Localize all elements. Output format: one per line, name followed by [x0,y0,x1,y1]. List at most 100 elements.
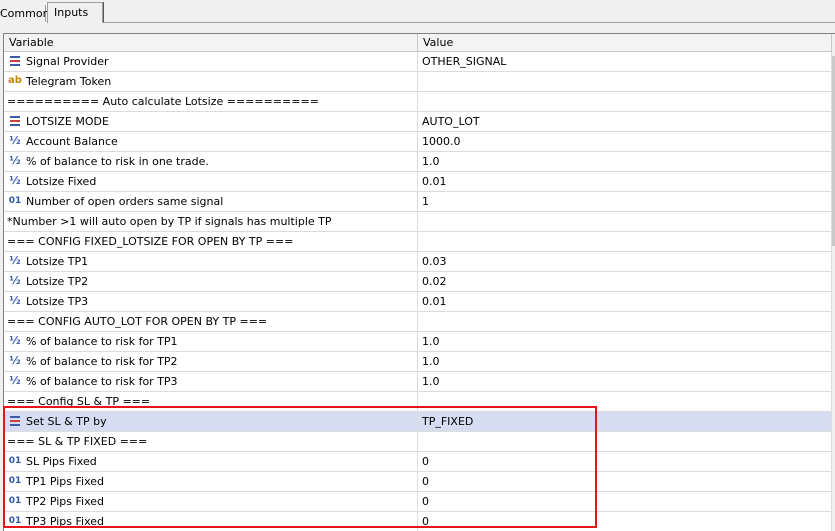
variable-cell[interactable]: ½ % of balance to risk in one trade. [4,152,418,171]
table-row[interactable]: ab Telegram Token [4,72,832,92]
variable-label: % of balance to risk for TP1 [26,335,178,348]
table-row[interactable]: === SL & TP FIXED === [4,432,832,452]
variable-cell[interactable]: *Number >1 will auto open by TP if signa… [4,212,418,231]
value-cell[interactable]: 0.01 [418,172,832,191]
double-icon: ½ [9,294,21,307]
integer-icon: 01 [8,496,22,506]
table-row[interactable]: 01 SL Pips Fixed 0 [4,452,832,472]
table-row[interactable]: 01 TP1 Pips Fixed 0 [4,472,832,492]
value-cell[interactable]: 0 [418,472,832,491]
table-row[interactable]: Set SL & TP by TP_FIXED [4,412,832,432]
variable-label: % of balance to risk in one trade. [26,155,209,168]
variable-cell[interactable]: ½ % of balance to risk for TP2 [4,352,418,371]
variable-cell[interactable]: LOTSIZE MODE [4,112,418,131]
variable-label: TP1 Pips Fixed [26,475,105,488]
table-row[interactable]: LOTSIZE MODE AUTO_LOT [4,112,832,132]
variable-cell[interactable]: Set SL & TP by [4,412,418,431]
value-cell[interactable]: 1.0 [418,332,832,351]
table-row[interactable]: ½ % of balance to risk for TP3 1.0 [4,372,832,392]
table-row[interactable]: === CONFIG AUTO_LOT FOR OPEN BY TP === [4,312,832,332]
value-cell[interactable]: OTHER_SIGNAL [418,52,832,71]
value-cell[interactable]: 0.03 [418,252,832,271]
variable-label: Lotsize Fixed [26,175,97,188]
variable-cell[interactable]: ½ % of balance to risk for TP1 [4,332,418,351]
variable-cell[interactable]: ½ % of balance to risk for TP3 [4,372,418,391]
value-cell[interactable]: 1.0 [418,352,832,371]
list-enum-icon [8,54,22,68]
value-cell[interactable]: TP_FIXED [418,412,832,431]
table-row[interactable]: 01 TP3 Pips Fixed 0 [4,512,832,531]
variable-cell[interactable]: ½ Lotsize TP3 [4,292,418,311]
value-cell[interactable]: 0 [418,492,832,511]
value-cell[interactable] [418,72,832,91]
variable-cell[interactable]: ½ Lotsize Fixed [4,172,418,191]
table-row[interactable]: Signal Provider OTHER_SIGNAL [4,52,832,72]
double-icon: ½ [9,274,21,287]
double-icon: ½ [9,134,21,147]
grid-rows: Signal Provider OTHER_SIGNAL ab Telegram To… [4,52,832,531]
column-header-value[interactable]: Value [418,34,832,51]
table-row[interactable]: ½ Lotsize TP2 0.02 [4,272,832,292]
variable-label: Account Balance [26,135,118,148]
variable-label: === CONFIG FIXED_LOTSIZE FOR OPEN BY TP … [7,235,294,248]
variable-cell[interactable]: ab Telegram Token [4,72,418,91]
list-enum-icon [8,414,22,428]
variable-label: === Config SL & TP === [7,395,151,408]
table-row[interactable]: ½ Lotsize TP3 0.01 [4,292,832,312]
variable-label: Lotsize TP3 [26,295,89,308]
integer-icon: 01 [8,476,22,486]
variable-label: === CONFIG AUTO_LOT FOR OPEN BY TP === [7,315,268,328]
table-row[interactable]: ½ % of balance to risk for TP1 1.0 [4,332,832,352]
variable-cell[interactable]: Signal Provider [4,52,418,71]
value-cell[interactable]: 1.0 [418,372,832,391]
value-cell[interactable]: 0 [418,452,832,471]
variable-cell[interactable]: === Config SL & TP === [4,392,418,411]
value-cell[interactable]: 1.0 [418,152,832,171]
table-row[interactable]: 01 Number of open orders same signal 1 [4,192,832,212]
variable-cell[interactable]: === CONFIG AUTO_LOT FOR OPEN BY TP === [4,312,418,331]
integer-icon: 01 [8,516,22,526]
value-cell[interactable]: 0.01 [418,292,832,311]
table-row[interactable]: *Number >1 will auto open by TP if signa… [4,212,832,232]
table-row[interactable]: === CONFIG FIXED_LOTSIZE FOR OPEN BY TP … [4,232,832,252]
value-cell[interactable] [418,212,832,231]
variable-cell[interactable]: 01 TP1 Pips Fixed [4,472,418,491]
value-cell[interactable]: 1 [418,192,832,211]
value-cell[interactable] [418,232,832,251]
value-cell[interactable]: 0 [418,512,832,531]
variable-cell[interactable]: ½ Lotsize TP2 [4,272,418,291]
table-row[interactable]: ½ Account Balance 1000.0 [4,132,832,152]
table-row[interactable]: ========== Auto calculate Lotsize ======… [4,92,832,112]
variable-cell[interactable]: 01 SL Pips Fixed [4,452,418,471]
variable-cell[interactable]: === SL & TP FIXED === [4,432,418,451]
value-cell[interactable]: 0.02 [418,272,832,291]
variable-label: ========== Auto calculate Lotsize ======… [7,95,319,108]
table-row[interactable]: 01 TP2 Pips Fixed 0 [4,492,832,512]
integer-icon: 01 [8,456,22,466]
value-cell[interactable] [418,312,832,331]
variable-label: % of balance to risk for TP3 [26,375,178,388]
value-cell[interactable]: 1000.0 [418,132,832,151]
tab-common[interactable]: Common [0,5,50,22]
variable-cell[interactable]: ½ Account Balance [4,132,418,151]
variable-cell[interactable]: 01 Number of open orders same signal [4,192,418,211]
tab-divider [102,22,835,23]
table-row[interactable]: ½ Lotsize TP1 0.03 [4,252,832,272]
value-cell[interactable] [418,392,832,411]
variable-label: TP3 Pips Fixed [26,515,105,528]
tab-inputs[interactable]: Inputs [47,2,103,23]
column-header-variable[interactable]: Variable [4,34,418,51]
value-cell[interactable] [418,92,832,111]
table-row[interactable]: === Config SL & TP === [4,392,832,412]
variable-cell[interactable]: 01 TP2 Pips Fixed [4,492,418,511]
variable-cell[interactable]: ========== Auto calculate Lotsize ======… [4,92,418,111]
variable-cell[interactable]: 01 TP3 Pips Fixed [4,512,418,531]
integer-icon: 01 [8,196,22,206]
table-row[interactable]: ½ % of balance to risk for TP2 1.0 [4,352,832,372]
value-cell[interactable] [418,432,832,451]
value-cell[interactable]: AUTO_LOT [418,112,832,131]
table-row[interactable]: ½ Lotsize Fixed 0.01 [4,172,832,192]
variable-cell[interactable]: ½ Lotsize TP1 [4,252,418,271]
table-row[interactable]: ½ % of balance to risk in one trade. 1.0 [4,152,832,172]
variable-cell[interactable]: === CONFIG FIXED_LOTSIZE FOR OPEN BY TP … [4,232,418,251]
